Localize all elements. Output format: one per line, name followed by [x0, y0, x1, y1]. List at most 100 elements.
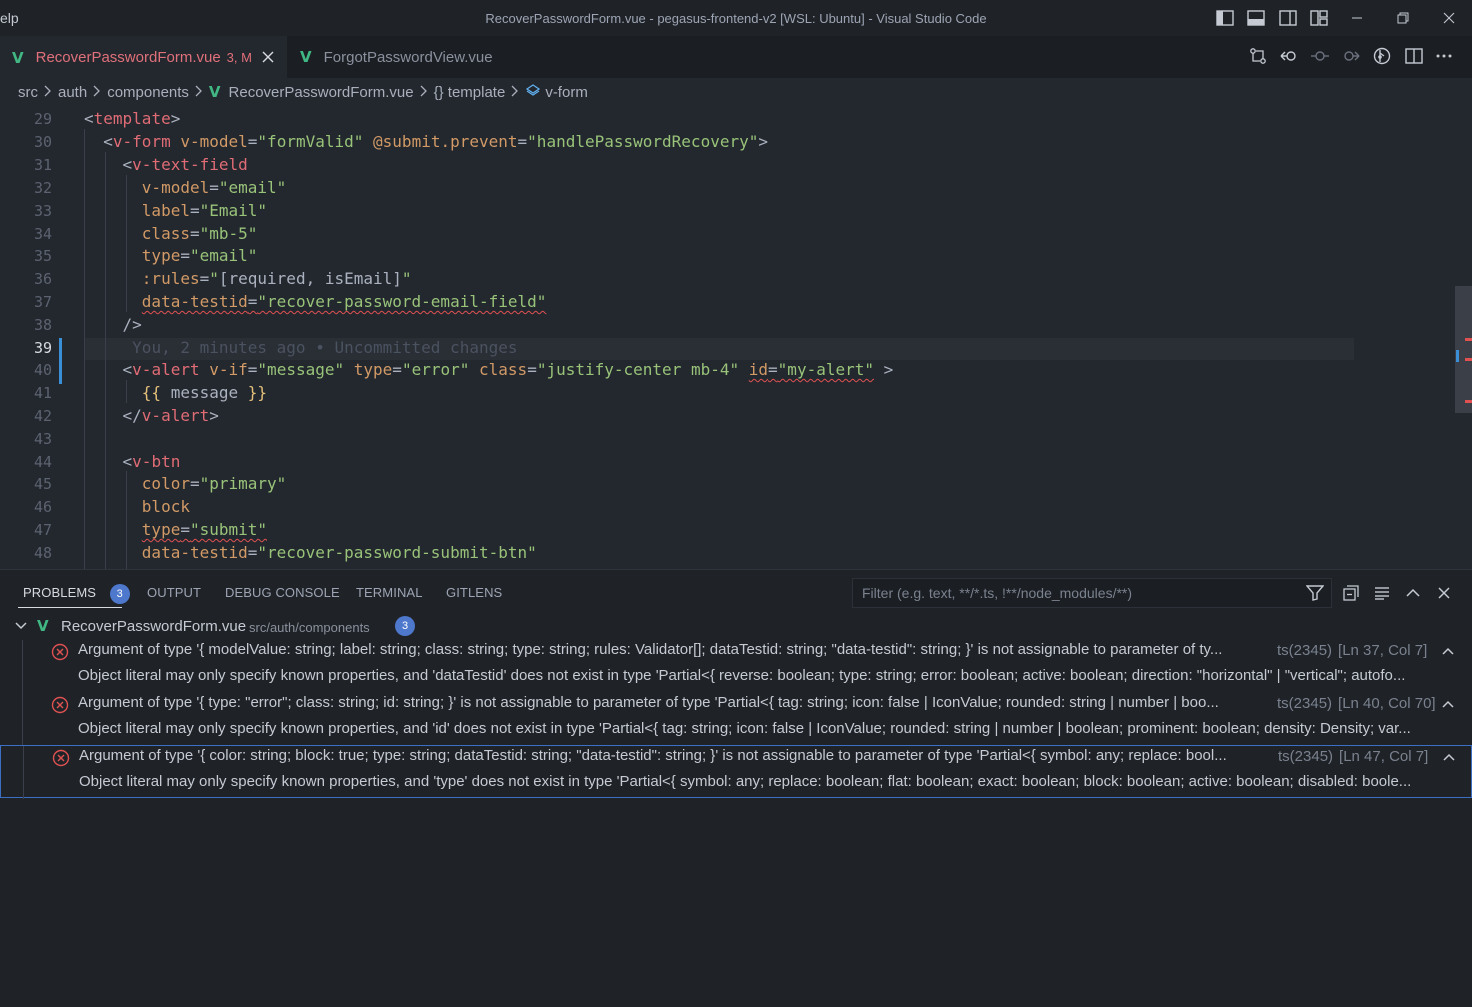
code-line-48: data-testid="recover-password-submit-btn… [141, 543, 537, 562]
line-number: 40 [33, 361, 52, 379]
title-bar: elp RecoverPasswordForm.vue - pegasus-fr… [0, 0, 1472, 36]
close-tab-icon[interactable] [262, 47, 274, 68]
line-number: 36 [33, 270, 52, 288]
minimize-icon[interactable] [1334, 0, 1380, 36]
error-squiggle[interactable]: id="my-alert" [749, 360, 874, 379]
problem-code[interactable]: ts(2345) [1277, 695, 1332, 712]
overview-ruler-error-mark [1465, 338, 1472, 341]
problem-detail: Object literal may only specify known pr… [79, 773, 1412, 790]
chevron-up-icon[interactable] [1439, 746, 1459, 768]
problem-detail: Object literal may only specify known pr… [78, 667, 1406, 684]
editor-vertical-scrollbar[interactable] [1455, 106, 1472, 569]
overview-ruler-change-mark [1456, 350, 1459, 362]
open-changes-icon[interactable] [1246, 45, 1270, 67]
code-line-39: You, 2 minutes ago • Uncommitted changes [84, 337, 517, 360]
toggle-secondary-sidebar-icon[interactable] [1276, 6, 1300, 30]
problems-file-name: RecoverPasswordForm.vue [61, 618, 247, 635]
tab-problems[interactable]: PROBLEMS 3 [23, 584, 130, 604]
code-line-37: data-testid="recover-password-email-fiel… [84, 291, 547, 314]
collapse-all-icon[interactable] [1340, 582, 1362, 604]
line-number: 31 [33, 156, 52, 174]
open-previous-revision-icon[interactable] [1277, 45, 1301, 67]
code-line-35: type="email" [141, 246, 258, 265]
line-number-gutter: 29 30 31 32 33 34 35 36 37 38 39 40 41 4… [0, 106, 62, 569]
chevron-down-icon[interactable] [14, 619, 28, 636]
overview-ruler-error-mark [1465, 400, 1472, 403]
breadcrumb-item-auth[interactable]: auth [58, 84, 87, 101]
close-panel-icon[interactable] [1433, 582, 1455, 604]
tab-problem-status: 3, M [226, 50, 252, 65]
breadcrumb-item-src[interactable]: src [18, 84, 38, 101]
breadcrumb-item-v-form[interactable]: v-form [545, 84, 588, 101]
code-line-38: /> [122, 315, 142, 334]
tab-output[interactable]: OUTPUT [147, 585, 201, 600]
customize-layout-icon[interactable] [1307, 6, 1331, 30]
breadcrumb-item-file[interactable]: RecoverPasswordForm.vue [229, 84, 414, 101]
code-line-41: {{ message }} [141, 383, 268, 402]
menu-help[interactable]: elp [0, 10, 19, 26]
toggle-panel-icon[interactable] [1244, 6, 1268, 30]
line-number: 44 [33, 453, 52, 471]
tab-gitlens[interactable]: GITLENS [446, 585, 502, 600]
problem-location: [Ln 47, Col 7] [1339, 748, 1429, 765]
code-line-34: class="mb-5" [141, 224, 258, 243]
chevron-right-icon [420, 84, 428, 101]
maximize-panel-icon[interactable] [1402, 582, 1424, 604]
problems-file-row[interactable]: V RecoverPasswordForm.vue src/auth/compo… [0, 614, 1472, 640]
line-number: 35 [33, 247, 52, 265]
chevron-up-icon[interactable] [1438, 640, 1458, 662]
tab-debug-console[interactable]: DEBUG CONSOLE [225, 585, 340, 600]
problems-filter-input[interactable] [852, 578, 1332, 608]
split-editor-icon[interactable] [1402, 45, 1426, 67]
toggle-file-blame-icon[interactable] [1370, 45, 1394, 67]
breadcrumb-item-template[interactable]: {} template [434, 84, 506, 101]
error-squiggle[interactable]: data-testid="recover-password-email-fiel… [142, 292, 547, 311]
symbol-element-icon [525, 83, 541, 101]
more-actions-icon[interactable] [1432, 45, 1456, 67]
problem-code[interactable]: ts(2345) [1278, 748, 1333, 765]
line-number: 48 [33, 544, 52, 562]
chevron-up-icon[interactable] [1438, 693, 1458, 715]
line-number: 41 [33, 384, 52, 402]
problem-message: Argument of type '{ color: string; block… [79, 747, 1227, 764]
git-blame-annotation[interactable]: You, 2 minutes ago • Uncommitted changes [132, 338, 517, 357]
problem-item-selected[interactable]: Argument of type '{ color: string; block… [0, 745, 1472, 799]
code-text-area[interactable]: <template> <v-form v-model="formValid" @… [84, 106, 1424, 569]
breadcrumb-item-components[interactable]: components [107, 84, 189, 101]
tab-forgotpasswordview[interactable]: V ForgotPasswordView.vue [288, 36, 531, 78]
open-next-revision-icon[interactable] [1339, 45, 1363, 67]
breadcrumb: src auth components V RecoverPasswordFor… [0, 78, 1472, 106]
active-tab-indicator [18, 607, 122, 608]
code-line-31: <v-text-field [122, 155, 248, 174]
code-editor[interactable]: 29 30 31 32 33 34 35 36 37 38 39 40 41 4… [0, 106, 1472, 569]
file-problem-count-badge: 3 [395, 616, 415, 636]
close-window-icon[interactable] [1426, 0, 1472, 36]
code-line-40: <v-alert v-if="message" type="error" cla… [122, 360, 894, 379]
code-line-29: <template> [84, 109, 181, 128]
problem-item[interactable]: Argument of type '{ modelValue: string; … [0, 640, 1472, 693]
tab-recoverpasswordform[interactable]: V RecoverPasswordForm.vue 3, M [0, 36, 287, 78]
restore-icon[interactable] [1380, 0, 1426, 36]
problems-file-path: src/auth/components [249, 620, 370, 635]
code-line-32: v-model="email" [141, 178, 287, 197]
problem-source: ts(2345) [Ln 37, Col 7] [1277, 642, 1427, 659]
problem-source: ts(2345) [Ln 40, Col 70] [1277, 695, 1436, 712]
toggle-primary-sidebar-icon[interactable] [1213, 6, 1237, 30]
git-commit-icon[interactable] [1308, 45, 1332, 67]
problem-item[interactable]: Argument of type '{ type: "error"; class… [0, 693, 1472, 746]
tab-terminal[interactable]: TERMINAL [356, 585, 423, 600]
line-number: 34 [33, 225, 52, 243]
code-line-42: </v-alert> [122, 406, 219, 425]
error-squiggle[interactable]: type="submit" [142, 520, 267, 539]
tree-indent-guide [22, 640, 23, 693]
code-line-45: color="primary" [141, 474, 287, 493]
word-wrap-icon[interactable] [1371, 582, 1393, 604]
code-line-30: <v-form v-model="formValid" @submit.prev… [103, 132, 768, 151]
line-number: 32 [33, 179, 52, 197]
line-number: 46 [33, 498, 52, 516]
problem-message: Argument of type '{ modelValue: string; … [78, 641, 1223, 658]
problem-code[interactable]: ts(2345) [1277, 642, 1332, 659]
filter-icon[interactable] [1304, 582, 1326, 604]
problem-detail: Object literal may only specify known pr… [78, 720, 1411, 737]
tab-label: RecoverPasswordForm.vue [35, 49, 221, 66]
